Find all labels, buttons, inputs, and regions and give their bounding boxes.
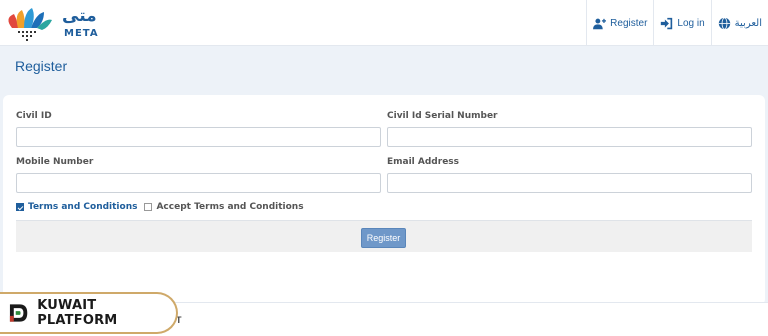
logo-arabic-text: متى [62, 6, 97, 26]
civil-serial-label: Civil Id Serial Number [387, 111, 498, 121]
accept-terms-checkbox[interactable] [144, 203, 153, 211]
user-plus-icon [593, 18, 607, 29]
mobile-input[interactable] [16, 173, 381, 193]
globe-icon [718, 16, 730, 30]
sign-in-icon [661, 17, 673, 29]
nav-register-label: Register [610, 17, 648, 29]
kuwait-platform-label: KUWAIT PLATFORM [37, 298, 118, 328]
terms-link-icon [16, 203, 24, 211]
mobile-label: Mobile Number [16, 157, 94, 167]
register-form: Civil ID Civil Id Serial Number Mobile N… [3, 95, 765, 305]
nav-register[interactable]: Register [586, 0, 653, 46]
terms-row: Terms and Conditions Accept Terms and Co… [16, 202, 304, 212]
meta-logo[interactable]: متى META [4, 4, 104, 42]
header-nav: Register Log in العربية [586, 0, 768, 46]
terms-link[interactable]: Terms and Conditions [28, 202, 137, 212]
page-header: Register [0, 46, 768, 90]
civil-id-label: Civil ID [16, 111, 52, 121]
logo-latin-text: META [64, 28, 99, 39]
nav-language-label: العربية [734, 17, 762, 29]
page-title: Register [15, 58, 68, 74]
kuwait-platform-badge[interactable]: KUWAIT PLATFORM [0, 292, 178, 334]
nav-login-label: Log in [677, 17, 705, 29]
kuwait-platform-icon [9, 304, 28, 322]
top-navbar: متى META Register Log in العربية [0, 0, 768, 46]
nav-login[interactable]: Log in [653, 0, 710, 46]
nav-language[interactable]: العربية [710, 0, 768, 46]
civil-serial-input[interactable] [387, 127, 752, 147]
accept-terms-label: Accept Terms and Conditions [156, 202, 304, 212]
email-label: Email Address [387, 157, 460, 167]
form-actions: Register [16, 220, 752, 252]
civil-id-input[interactable] [16, 127, 381, 147]
email-input[interactable] [387, 173, 752, 193]
register-button[interactable]: Register [361, 228, 406, 248]
